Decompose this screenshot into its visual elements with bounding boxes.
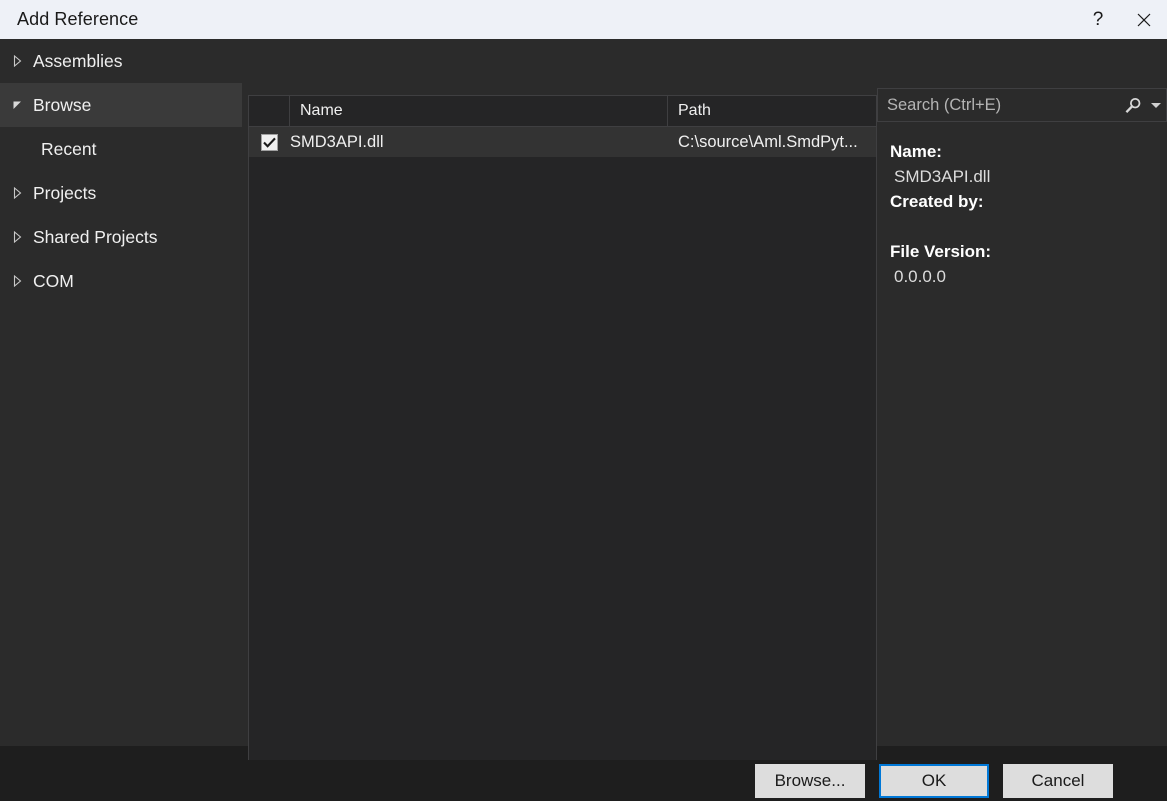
expander-projects[interactable] xyxy=(6,187,28,199)
dialog-footer: Browse... OK Cancel xyxy=(0,760,1167,801)
detail-value-name: SMD3API.dll xyxy=(894,167,991,186)
magnifier-icon xyxy=(1125,97,1140,113)
sidebar-item-assemblies[interactable]: Assemblies xyxy=(0,39,242,83)
column-header-path[interactable]: Path xyxy=(668,96,876,126)
row-name-cell: SMD3API.dll xyxy=(290,132,384,151)
detail-value-file-version: 0.0.0.0 xyxy=(894,267,946,286)
expander-com[interactable] xyxy=(6,275,28,287)
title-bar-buttons: ? xyxy=(1075,0,1167,39)
detail-label-file-version: File Version: xyxy=(890,242,992,261)
sidebar-item-com[interactable]: COM xyxy=(0,259,242,303)
search-box[interactable] xyxy=(877,88,1167,122)
sidebar-item-label: Recent xyxy=(41,138,97,159)
sidebar-item-projects[interactable]: Projects xyxy=(0,171,242,215)
triangle-down-icon xyxy=(13,101,21,109)
browse-button[interactable]: Browse... xyxy=(755,763,865,798)
add-reference-dialog: Add Reference ? Assemblies Browse Recent… xyxy=(0,0,1167,801)
chevron-right-icon xyxy=(13,231,21,243)
row-path-cell: C:\source\Aml.SmdPyt... xyxy=(678,132,858,151)
search-icon[interactable] xyxy=(1120,97,1146,114)
detail-value-created-by xyxy=(894,214,1157,239)
details-panel: Name: SMD3API.dll Created by: File Versi… xyxy=(877,139,1157,289)
column-header-name[interactable]: Name xyxy=(290,96,668,126)
expander-assemblies[interactable] xyxy=(6,55,28,67)
column-header-checkbox[interactable] xyxy=(249,96,290,126)
detail-label-name: Name: xyxy=(890,142,942,161)
sidebar-item-label: COM xyxy=(33,270,74,291)
detail-label-created-by: Created by: xyxy=(890,192,984,211)
sidebar-item-browse[interactable]: Browse xyxy=(0,83,242,127)
chevron-right-icon xyxy=(13,55,21,67)
search-input[interactable] xyxy=(878,94,1120,116)
row-checkbox-cell[interactable] xyxy=(249,133,290,151)
chevron-down-icon xyxy=(1151,102,1161,108)
sidebar-item-label: Projects xyxy=(33,182,97,203)
sidebar-item-label: Browse xyxy=(33,94,92,115)
row-checkbox[interactable] xyxy=(261,133,278,151)
search-dropdown-button[interactable] xyxy=(1146,102,1166,108)
category-tree: Assemblies Browse Recent Projects Shared… xyxy=(0,39,242,746)
help-button[interactable]: ? xyxy=(1075,0,1121,39)
dialog-body: Assemblies Browse Recent Projects Shared… xyxy=(0,39,1167,787)
ok-button[interactable]: OK xyxy=(879,763,989,798)
sidebar-item-shared-projects[interactable]: Shared Projects xyxy=(0,215,242,259)
question-mark-icon: ? xyxy=(1092,8,1104,30)
chevron-right-icon xyxy=(13,187,21,199)
expander-browse[interactable] xyxy=(6,99,28,111)
check-icon xyxy=(263,137,276,148)
reference-list: Name Path SMD3API.dll C:\source\Aml.SmdP… xyxy=(248,95,877,787)
sidebar-item-label: Shared Projects xyxy=(33,226,158,247)
sidebar-item-label: Assemblies xyxy=(33,50,123,71)
cancel-button[interactable]: Cancel xyxy=(1003,763,1113,798)
sidebar-item-recent[interactable]: Recent xyxy=(0,127,242,171)
close-icon xyxy=(1137,13,1151,26)
close-button[interactable] xyxy=(1121,0,1167,39)
title-bar: Add Reference ? xyxy=(0,0,1167,39)
list-header-row: Name Path xyxy=(249,96,876,127)
chevron-right-icon xyxy=(13,275,21,287)
expander-shared-projects[interactable] xyxy=(6,231,28,243)
page-title: Add Reference xyxy=(17,9,139,29)
table-row[interactable]: SMD3API.dll C:\source\Aml.SmdPyt... xyxy=(249,127,876,157)
